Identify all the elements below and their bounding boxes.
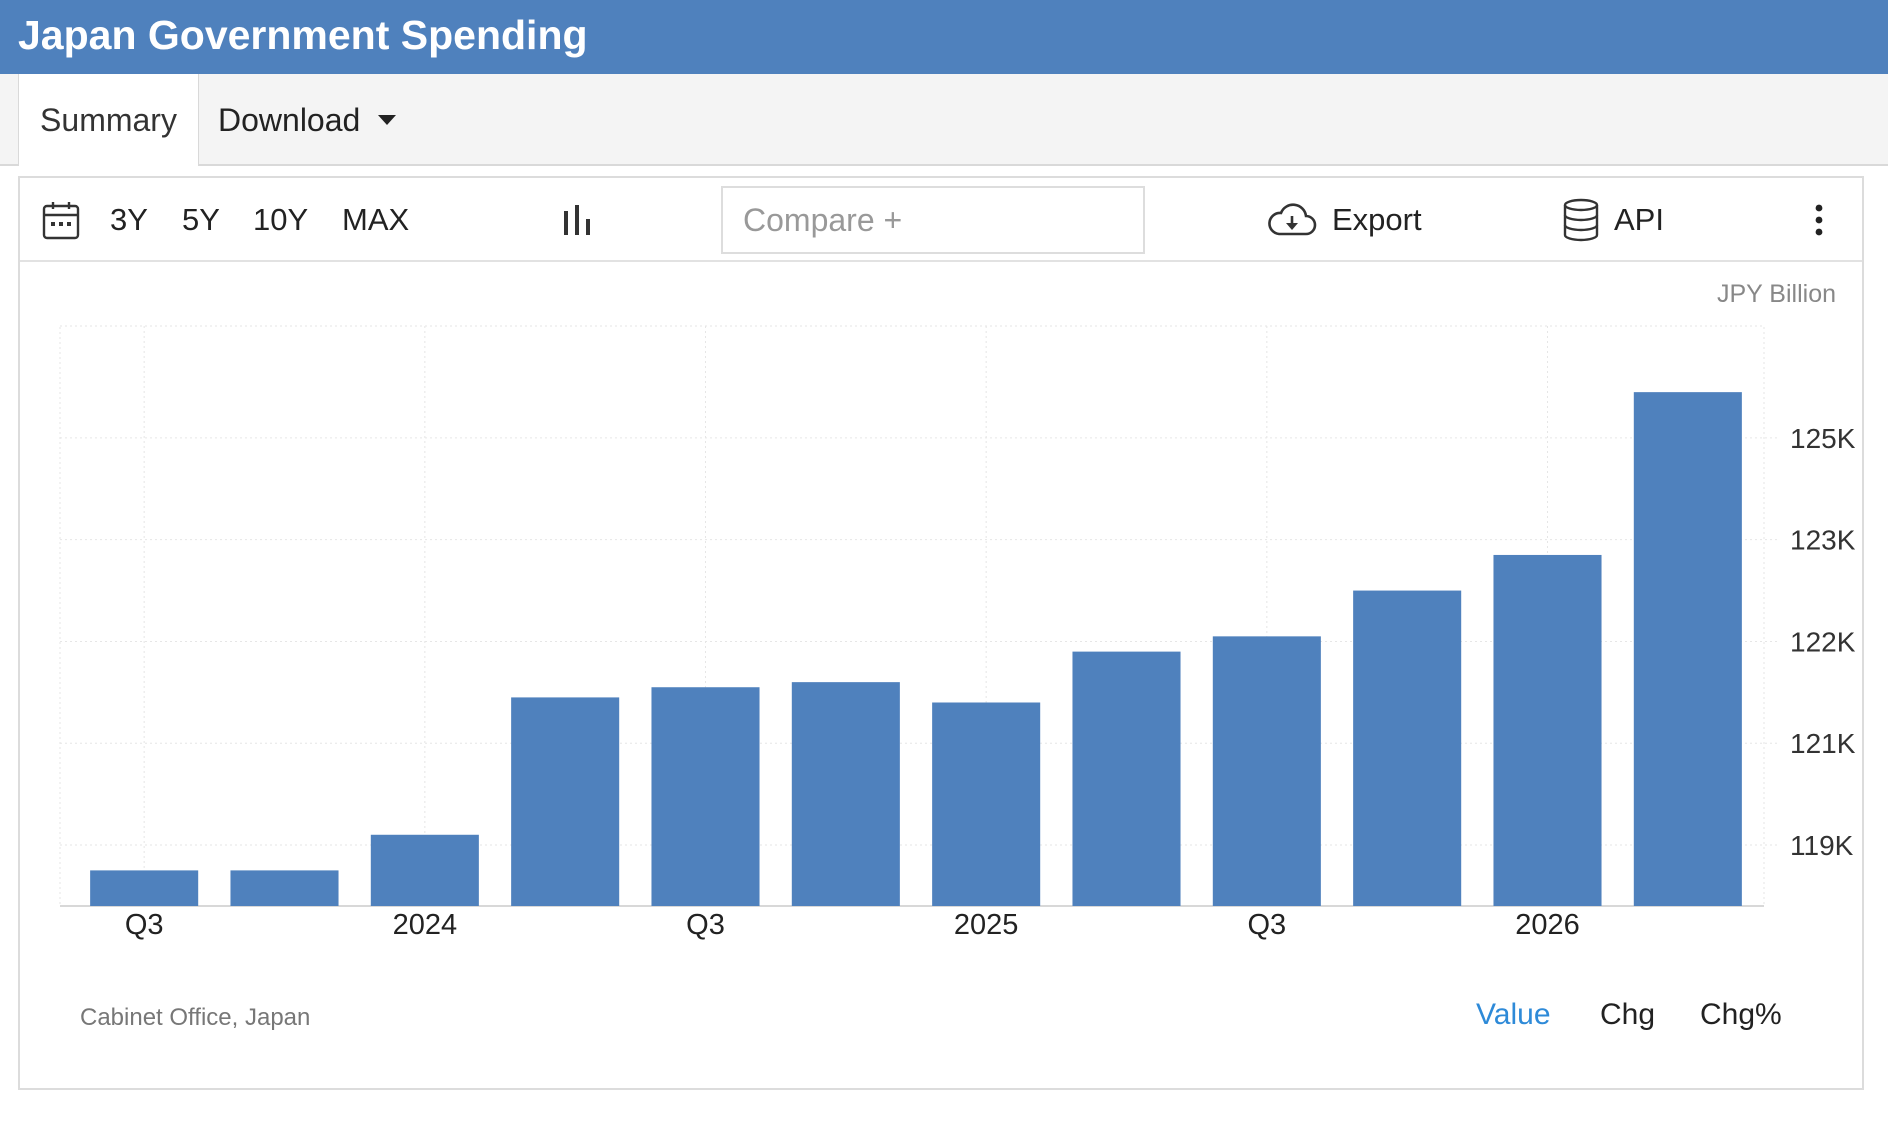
bar[interactable] [932,702,1041,906]
chart-toolbar: 3Y 5Y 10Y MAX Compare + Export API [20,178,1862,262]
bar[interactable] [511,697,620,906]
x-tick-label: 2026 [1515,909,1580,941]
caret-down-icon [378,115,397,125]
api-button[interactable]: API [1562,178,1664,262]
bar[interactable] [1212,636,1321,906]
y-tick-label: 123K [1790,525,1856,556]
y-tick-label: 125K [1790,423,1856,454]
more-vertical-icon [1815,204,1823,236]
header-bar: Japan Government Spending [0,0,1888,74]
mode-chg-percent-button[interactable]: Chg% [1700,998,1782,1032]
tab-download[interactable]: Download [218,74,397,166]
chart-type-button[interactable] [560,178,594,262]
mode-value-button[interactable]: Value [1476,998,1551,1032]
range-3y-button[interactable]: 3Y [110,178,148,262]
export-label: Export [1332,202,1422,237]
bar[interactable] [1353,590,1462,906]
bar-chart-icon [564,205,590,235]
tab-download-label: Download [218,101,361,138]
compare-input[interactable]: Compare + [721,186,1145,254]
x-tick-label: 2024 [393,909,458,941]
bar[interactable] [651,687,760,906]
x-tick-label: Q3 [125,909,164,941]
bar[interactable] [791,682,900,906]
bar[interactable] [1633,392,1742,906]
range-5y-button[interactable]: 5Y [182,178,220,262]
api-label: API [1614,202,1664,237]
bar[interactable] [370,834,479,906]
y-tick-label: 122K [1790,626,1856,657]
x-tick-label: Q3 [1247,909,1286,941]
chart-panel: 3Y 5Y 10Y MAX Compare + Export API JPY B… [18,176,1864,1090]
y-tick-label: 119K [1790,830,1854,861]
bar[interactable] [1072,651,1181,906]
bar-chart: 119K 121K 122K 123K 125K Q3 2024 Q3 2025 Q3 2026 [59,325,1856,941]
tab-bar: Summary Download [0,74,1888,166]
x-tick-label: Q3 [686,909,725,941]
cloud-download-icon [1268,203,1317,236]
database-icon [1563,198,1599,242]
page-title: Japan Government Spending [18,12,588,58]
x-tick-label: 2025 [954,909,1019,941]
range-10y-button[interactable]: 10Y [253,178,308,262]
bar[interactable] [90,870,199,906]
calendar-icon [42,202,80,240]
bar[interactable] [1493,554,1602,906]
more-options-button[interactable] [1814,178,1824,262]
mode-chg-button[interactable]: Chg [1600,998,1655,1032]
bar[interactable] [230,870,339,906]
date-range-button[interactable] [42,178,80,262]
range-max-button[interactable]: MAX [342,178,409,262]
export-button[interactable]: Export [1266,178,1422,262]
tab-summary[interactable]: Summary [18,74,199,166]
source-label: Cabinet Office, Japan [80,1004,311,1031]
y-tick-label: 121K [1790,728,1856,759]
